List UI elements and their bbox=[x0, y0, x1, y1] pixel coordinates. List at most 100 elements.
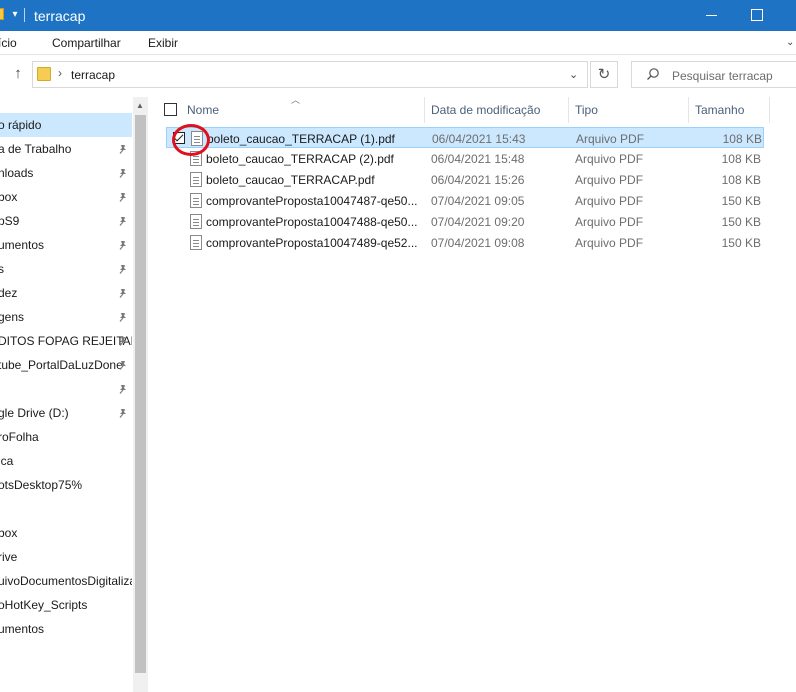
folder-icon bbox=[37, 67, 51, 81]
sidebar-item-label: gens bbox=[0, 310, 25, 324]
file-name: comprovanteProposta10047488-qe50... bbox=[206, 215, 418, 229]
chevron-down-icon[interactable]: ⌄ bbox=[569, 68, 578, 81]
file-size: 150 KB bbox=[721, 194, 761, 208]
pin-icon[interactable] bbox=[118, 168, 128, 178]
pin-icon[interactable] bbox=[118, 144, 128, 154]
file-date: 07/04/2021 09:20 bbox=[431, 215, 525, 229]
pin-icon[interactable] bbox=[118, 216, 128, 226]
sidebar-item[interactable]: roFolha bbox=[0, 425, 132, 449]
up-arrow-icon[interactable]: ↑ bbox=[10, 66, 26, 82]
file-row[interactable]: comprovanteProposta10047487-qe50... 07/04… bbox=[166, 190, 764, 211]
sidebar-item[interactable]: gle Drive (D:) bbox=[0, 401, 132, 425]
sort-ascending-icon: ︿ bbox=[291, 95, 301, 105]
scrollbar-thumb[interactable] bbox=[135, 115, 146, 673]
window-title: terracap bbox=[34, 8, 86, 24]
refresh-button[interactable]: ↻ bbox=[590, 61, 618, 88]
file-type: Arquivo PDF bbox=[575, 236, 644, 250]
sidebar-item-label: dez bbox=[0, 286, 18, 300]
pin-icon[interactable] bbox=[118, 408, 128, 418]
breadcrumb-separator[interactable]: › bbox=[58, 66, 62, 80]
expand-ribbon-icon[interactable]: ⌄ bbox=[786, 37, 796, 48]
sidebar-item[interactable]: a de Trabalho bbox=[0, 137, 132, 161]
file-date: 06/04/2021 15:43 bbox=[432, 132, 526, 146]
sidebar-item[interactable]: otsDesktop75% bbox=[0, 473, 132, 497]
pin-icon[interactable] bbox=[118, 192, 128, 202]
file-type: Arquivo PDF bbox=[575, 152, 644, 166]
sidebar-item-label: nloads bbox=[0, 166, 34, 180]
file-row[interactable]: boleto_caucao_TERRACAP (1).pdf 06/04/2021… bbox=[166, 127, 764, 148]
sidebar-item[interactable]: nloads bbox=[0, 161, 132, 185]
search-input[interactable]: Pesquisar terracap bbox=[631, 61, 796, 88]
column-date[interactable]: Data de modificação bbox=[431, 103, 540, 117]
pdf-file-icon bbox=[190, 235, 202, 250]
tab-compartilhar[interactable]: Compartilhar bbox=[52, 36, 121, 50]
file-type: Arquivo PDF bbox=[575, 173, 644, 187]
sidebar-item[interactable]: umentos bbox=[0, 617, 132, 641]
pin-icon[interactable] bbox=[118, 240, 128, 250]
column-name[interactable]: Nome bbox=[187, 103, 219, 117]
pin-icon[interactable] bbox=[118, 360, 128, 370]
address-bar[interactable]: › terracap ⌄ bbox=[32, 61, 588, 88]
sidebar-item[interactable] bbox=[0, 377, 132, 401]
file-size: 108 KB bbox=[721, 173, 761, 187]
tab-exibir[interactable]: Exibir bbox=[148, 36, 178, 50]
sidebar-item[interactable]: DITOS FOPAG REJEITAD bbox=[0, 329, 132, 353]
sidebar-item-label: uivoDocumentosDigitaliza bbox=[0, 574, 132, 588]
sidebar-item[interactable]: o rápido bbox=[0, 113, 132, 137]
sidebar-item[interactable] bbox=[0, 497, 132, 521]
column-divider[interactable] bbox=[688, 97, 689, 123]
sidebar-item[interactable]: tube_PortalDaLuzDone bbox=[0, 353, 132, 377]
pin-icon[interactable] bbox=[118, 336, 128, 346]
pdf-file-icon bbox=[190, 214, 202, 229]
column-divider[interactable] bbox=[769, 97, 770, 123]
sidebar-item[interactable]: pS9 bbox=[0, 209, 132, 233]
sidebar-item[interactable]: rive bbox=[0, 545, 132, 569]
pin-icon[interactable] bbox=[118, 312, 128, 322]
file-name: boleto_caucao_TERRACAP.pdf bbox=[206, 173, 375, 187]
search-placeholder: Pesquisar terracap bbox=[672, 69, 773, 83]
sidebar-item[interactable]: s bbox=[0, 257, 132, 281]
sidebar-item-label: o rápido bbox=[0, 118, 42, 132]
column-divider[interactable] bbox=[424, 97, 425, 123]
sidebar-item[interactable]: gens bbox=[0, 305, 132, 329]
sidebar-item-label: box bbox=[0, 190, 18, 204]
column-type[interactable]: Tipo bbox=[575, 103, 598, 117]
quick-access-dropdown-icon[interactable]: ▾ bbox=[9, 9, 21, 21]
pin-icon[interactable] bbox=[118, 264, 128, 274]
breadcrumb-terracap[interactable]: terracap bbox=[71, 68, 115, 82]
file-row[interactable]: comprovanteProposta10047488-qe50... 07/04… bbox=[166, 211, 764, 232]
navigation-pane: o rápido a de Trabalho nloads box pS9 umentos… bbox=[0, 97, 148, 692]
tab-inicio[interactable]: ício bbox=[0, 36, 17, 50]
pdf-file-icon bbox=[190, 172, 202, 187]
sidebar-item[interactable]: oHotKey_Scripts bbox=[0, 593, 132, 617]
sidebar-item[interactable]: umentos bbox=[0, 233, 132, 257]
sidebar-item-label: tube_PortalDaLuzDone bbox=[0, 358, 123, 372]
minimize-button[interactable] bbox=[700, 6, 724, 24]
file-row[interactable]: boleto_caucao_TERRACAP (2).pdf 06/04/2021… bbox=[166, 148, 764, 169]
pin-icon[interactable] bbox=[118, 288, 128, 298]
select-all-checkbox[interactable] bbox=[164, 103, 177, 116]
column-divider[interactable] bbox=[568, 97, 569, 123]
sidebar-item[interactable]: dez bbox=[0, 281, 132, 305]
sidebar-item-label: box bbox=[0, 526, 18, 540]
file-row[interactable]: boleto_caucao_TERRACAP.pdf 06/04/2021 15:… bbox=[166, 169, 764, 190]
sidebar-item[interactable]: box bbox=[0, 521, 132, 545]
scroll-up-icon[interactable]: ▲ bbox=[136, 101, 144, 110]
maximize-button[interactable] bbox=[744, 6, 768, 24]
sidebar-item[interactable]: uivoDocumentosDigitaliza bbox=[0, 569, 132, 593]
refresh-icon: ↻ bbox=[597, 66, 611, 83]
sidebar-item[interactable]: ica bbox=[0, 449, 132, 473]
file-size: 150 KB bbox=[721, 215, 761, 229]
file-name: boleto_caucao_TERRACAP (2).pdf bbox=[206, 152, 394, 166]
sidebar-item[interactable]: box bbox=[0, 185, 132, 209]
sidebar-item-label: oHotKey_Scripts bbox=[0, 598, 88, 612]
pin-icon[interactable] bbox=[118, 384, 128, 394]
file-size: 150 KB bbox=[721, 236, 761, 250]
sidebar-scrollbar[interactable]: ▲ bbox=[133, 97, 148, 692]
pdf-file-icon bbox=[191, 131, 203, 146]
file-name: comprovanteProposta10047487-qe50... bbox=[206, 194, 418, 208]
file-row[interactable]: comprovanteProposta10047489-qe52... 07/04… bbox=[166, 232, 764, 253]
column-size[interactable]: Tamanho bbox=[695, 103, 744, 117]
sidebar-item-label: gle Drive (D:) bbox=[0, 406, 69, 420]
row-checkbox[interactable] bbox=[173, 132, 185, 144]
